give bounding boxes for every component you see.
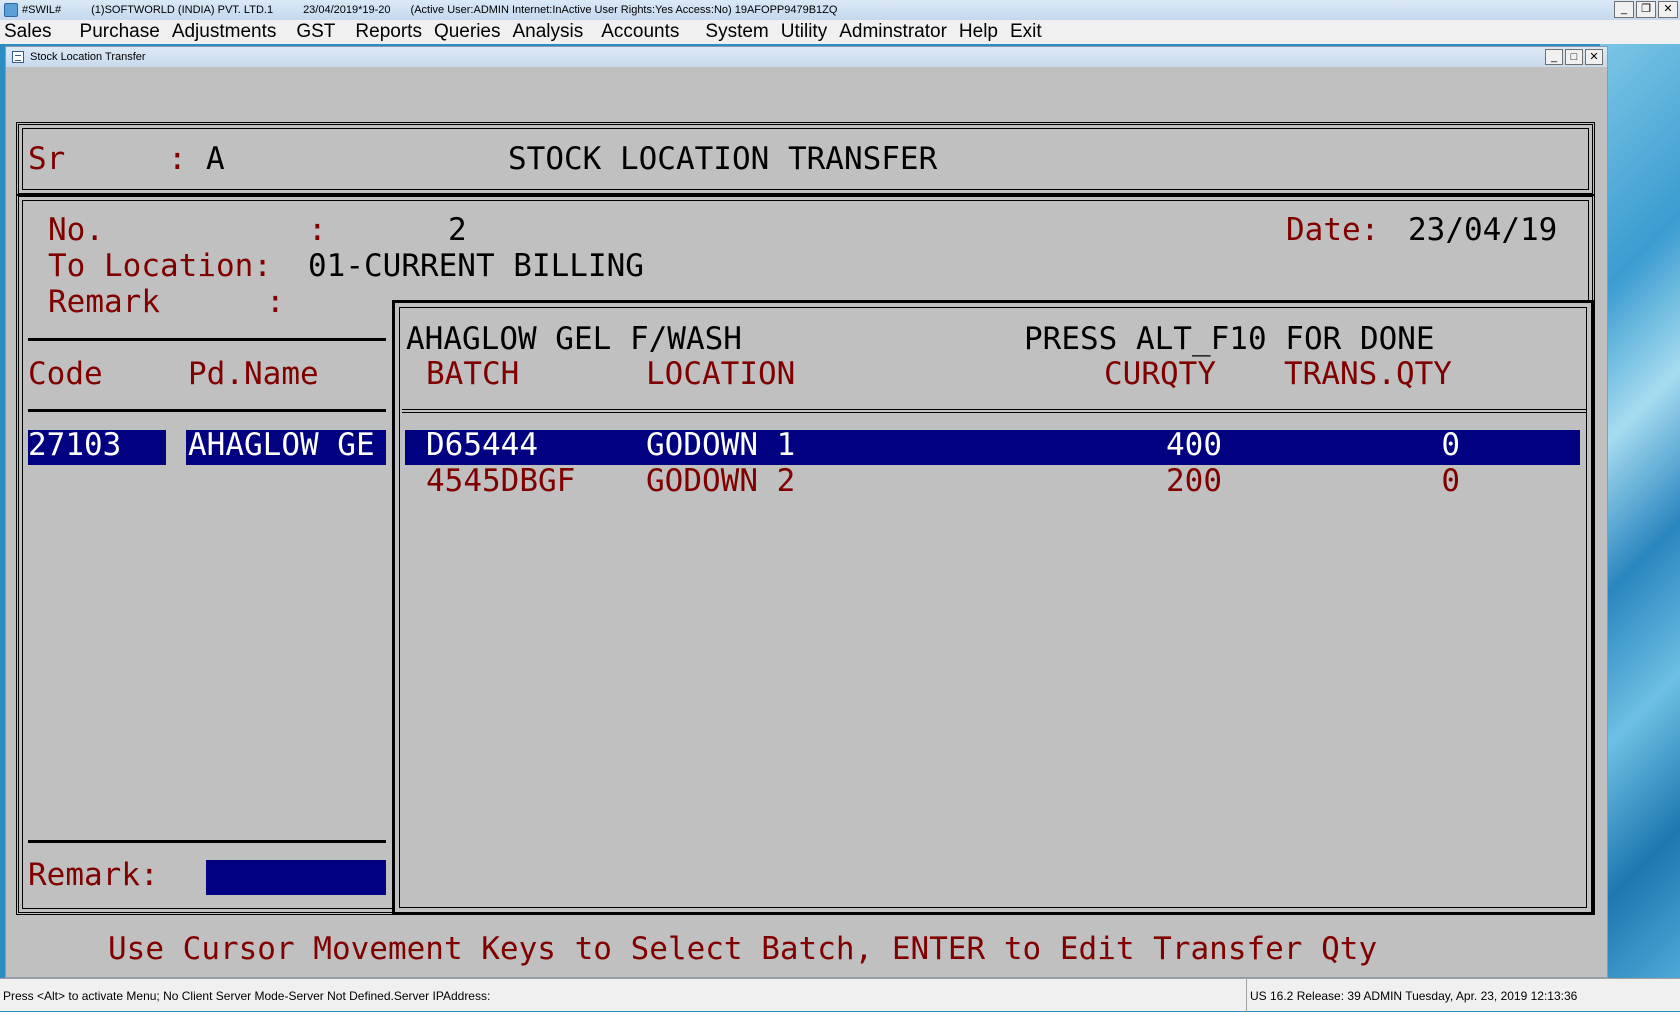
popup-row-batch[interactable]: D65444 — [426, 428, 538, 462]
date-label: Date: — [1286, 212, 1380, 248]
window-icon — [12, 51, 24, 63]
grid-header-bottom-line — [28, 409, 386, 412]
menu-exit[interactable]: Exit — [1004, 21, 1048, 43]
to-location-label: To Location: — [48, 248, 272, 284]
popup-column-transqty: TRANS.QTY — [1284, 356, 1452, 392]
app-icon — [4, 3, 18, 17]
status-right-text: US 16.2 Release: 39 ADMIN Tuesday, Apr. … — [1246, 979, 1680, 1012]
grid-remark-input[interactable] — [206, 860, 386, 895]
app-name: #SWIL# — [22, 4, 62, 16]
popup-row-transqty[interactable]: 0 — [1284, 428, 1460, 462]
batch-selection-popup — [392, 300, 1594, 915]
popup-row-transqty[interactable]: 0 — [1284, 464, 1460, 498]
company-name: (1)SOFTWORLD (INDIA) PVT. LTD.1 — [91, 4, 274, 16]
status-bar: Press <Alt> to activate Menu; No Client … — [0, 978, 1680, 1012]
menu-adjustments[interactable]: Adjustments — [166, 21, 291, 43]
popup-hint: PRESS ALT_F10 FOR DONE — [1024, 321, 1435, 357]
close-button[interactable]: ✕ — [1658, 1, 1678, 18]
popup-row-location[interactable]: GODOWN 1 — [646, 428, 795, 462]
menu-gst[interactable]: GST — [290, 21, 349, 43]
sr-value[interactable]: A — [206, 142, 225, 176]
instruction-text: Use Cursor Movement Keys to Select Batch… — [108, 931, 1378, 967]
child-close-button[interactable]: ✕ — [1585, 49, 1603, 65]
no-separator: : — [308, 212, 327, 248]
date-period: 23/04/2019*19-20 — [303, 4, 391, 16]
popup-row-location[interactable]: GODOWN 2 — [646, 464, 795, 498]
grid-header-top-line — [28, 338, 386, 341]
menu-accounts[interactable]: Accounts — [595, 21, 699, 43]
no-label: No. — [48, 212, 104, 248]
child-minimize-button[interactable]: _ — [1545, 49, 1563, 65]
menu-analysis[interactable]: Analysis — [506, 21, 595, 43]
sr-separator: : — [168, 141, 187, 177]
menu-bar: Sales Purchase Adjustments GST Reports Q… — [0, 20, 1680, 44]
sr-label: Sr — [28, 141, 66, 177]
column-header-pdname: Pd.Name — [188, 356, 319, 392]
popup-column-batch: BATCH — [426, 356, 520, 392]
remark-label: Remark — [48, 284, 160, 320]
menu-adminstrator[interactable]: Adminstrator — [833, 21, 953, 43]
grid-remark-label: Remark: — [28, 857, 159, 893]
child-window-title: Stock Location Transfer — [30, 51, 146, 63]
popup-row-batch[interactable]: 4545DBGF — [426, 464, 575, 498]
popup-column-location: LOCATION — [646, 356, 796, 392]
app-title-bar: #SWIL# (1)SOFTWORLD (INDIA) PVT. LTD.1 2… — [0, 0, 1680, 20]
menu-sales[interactable]: Sales — [0, 21, 74, 43]
user-info: (Active User:ADMIN Internet:InActive Use… — [410, 4, 838, 16]
popup-row-curqty[interactable]: 400 — [1104, 428, 1222, 462]
grid-row-name[interactable]: AHAGLOW GE — [188, 428, 386, 462]
to-location-value[interactable]: 01-CURRENT BILLING — [308, 249, 644, 283]
popup-row-curqty[interactable]: 200 — [1104, 464, 1222, 498]
date-value[interactable]: 23/04/19 — [1408, 213, 1557, 247]
desktop-background — [1600, 40, 1680, 980]
grid-row-code[interactable]: 27103 — [28, 428, 121, 462]
restore-button[interactable]: ❐ — [1636, 1, 1656, 18]
form-title: STOCK LOCATION TRANSFER — [508, 141, 938, 177]
menu-utility[interactable]: Utility — [775, 21, 833, 43]
column-header-code: Code — [28, 356, 103, 392]
menu-purchase[interactable]: Purchase — [74, 21, 166, 43]
popup-header-line — [402, 409, 1586, 413]
minimize-button[interactable]: _ — [1614, 1, 1634, 18]
remark-separator: : — [266, 284, 285, 320]
child-restore-button[interactable]: □ — [1565, 49, 1583, 65]
popup-column-curqty: CURQTY — [1104, 356, 1216, 392]
popup-inner-border — [399, 307, 1587, 908]
menu-queries[interactable]: Queries — [428, 21, 507, 43]
status-left-text: Press <Alt> to activate Menu; No Client … — [3, 989, 491, 1003]
no-value[interactable]: 2 — [448, 213, 467, 247]
child-window-title-bar: Stock Location Transfer _ □ ✕ — [6, 47, 1607, 67]
menu-system[interactable]: System — [699, 21, 774, 43]
menu-help[interactable]: Help — [953, 21, 1004, 43]
grid-footer-line — [28, 840, 386, 843]
menu-reports[interactable]: Reports — [349, 21, 428, 43]
popup-product-name: AHAGLOW GEL F/WASH — [406, 321, 742, 357]
